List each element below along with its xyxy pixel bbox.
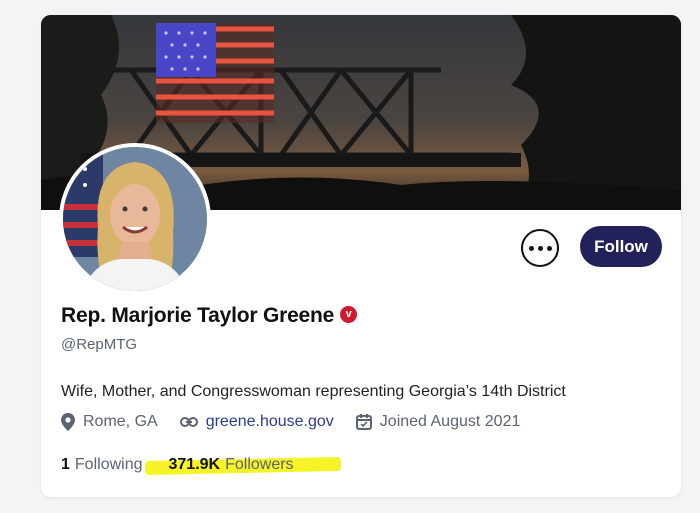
following-label: Following [74,456,143,473]
display-name: Rep. Marjorie Taylor Greene [61,304,335,327]
followers-count[interactable]: 371.9K Followers [169,456,294,474]
link-icon [179,417,198,427]
followers-number: 371.9K [168,456,221,473]
following-count[interactable]: 1 Following [61,456,143,474]
more-options-icon [528,245,552,251]
profile-card: Follow Rep. Marjorie Taylor Greene v @Re… [41,15,681,497]
location-pin-icon [61,413,75,431]
location-item: Rome, GA [61,413,158,431]
follow-counts: 1 Following 371.9K Followers [61,456,320,474]
profile-avatar[interactable] [59,143,211,295]
calendar-icon [355,414,372,430]
profile-handle: @RepMTG [61,336,138,353]
more-options-button[interactable] [521,229,559,267]
joined-item: Joined August 2021 [355,413,521,431]
name-row: Rep. Marjorie Taylor Greene v [61,304,358,328]
following-number: 1 [61,456,70,473]
joined-text: Joined August 2021 [379,413,521,430]
location-text: Rome, GA [83,413,158,430]
website-item[interactable]: greene.house.gov [179,413,334,431]
verified-badge-icon: v [340,305,358,323]
profile-bio: Wife, Mother, and Congresswoman represen… [61,383,566,400]
website-link[interactable]: greene.house.gov [206,413,334,431]
followers-label: Followers [225,456,294,473]
follow-button[interactable]: Follow [580,226,662,267]
profile-meta: Rome, GA greene.house.gov Joined August … [61,413,542,431]
